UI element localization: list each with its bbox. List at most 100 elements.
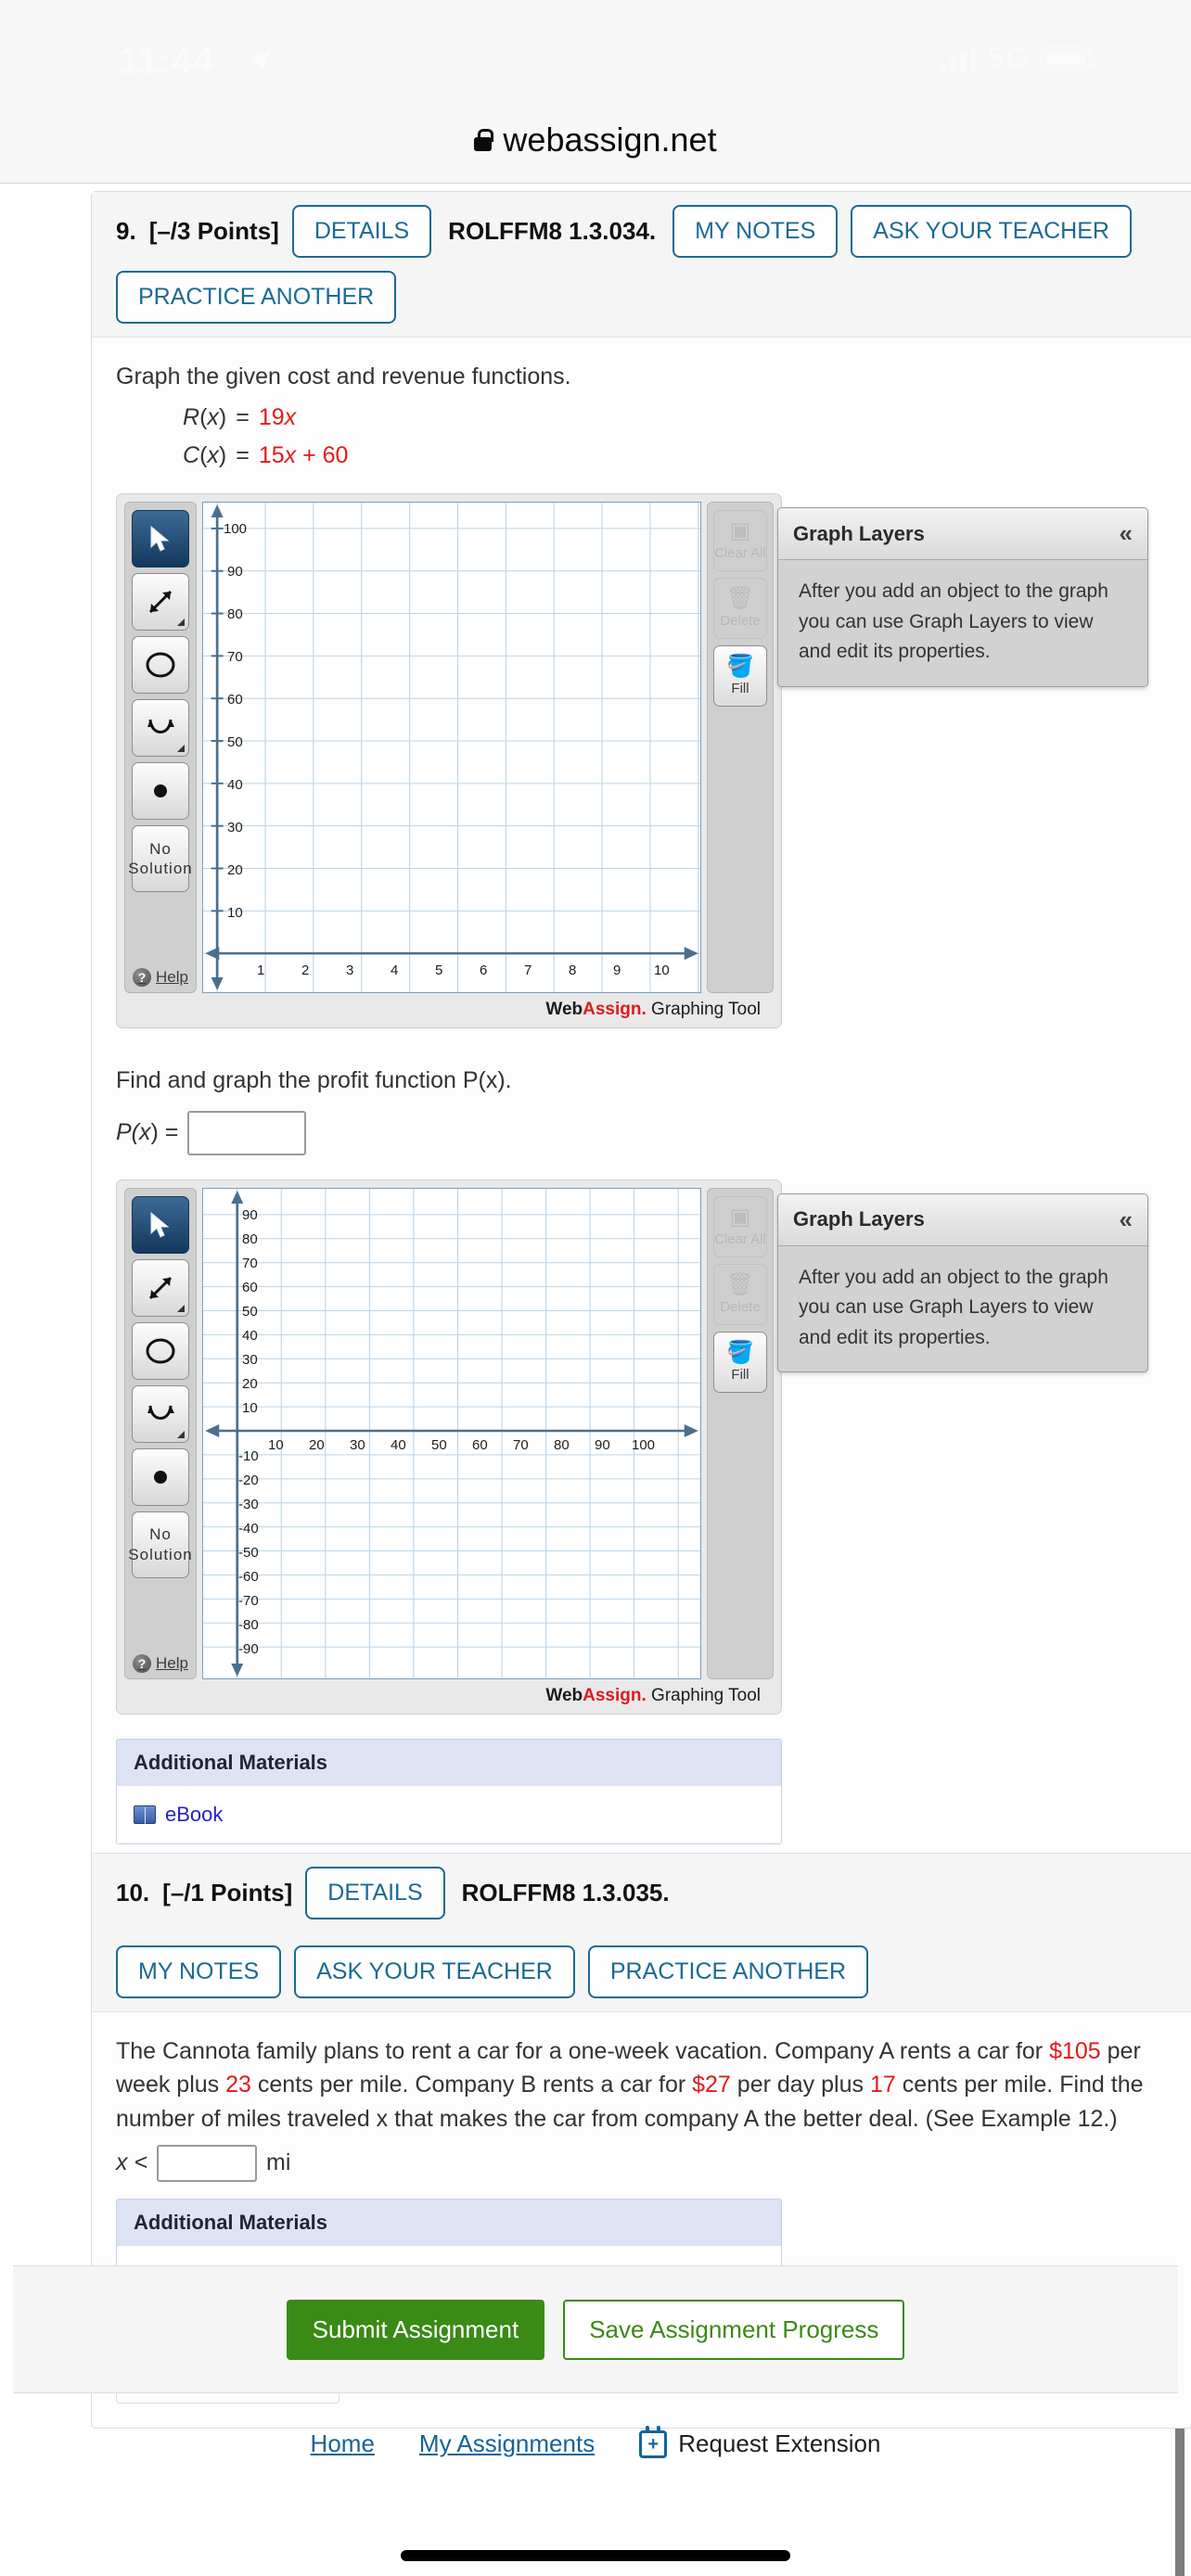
question-9-number: 9.	[116, 217, 136, 245]
ask-your-teacher-button-10[interactable]: ASK YOUR TEACHER	[294, 1945, 575, 1998]
question-9-body: Graph the given cost and revenue functio…	[92, 338, 1191, 1868]
graph-1-layers-panel: Graph Layers « After you add an object t…	[777, 507, 1148, 687]
question-10-answer-row: x < mi	[116, 2144, 1170, 2182]
graph-1-help-link[interactable]: ? Help	[133, 968, 188, 988]
graph-2-canvas[interactable]: 90 80 70 60 50 40 30 20 10 -10 -20 -30 -…	[202, 1187, 701, 1679]
graph-2-layers-text: After you add an object to the graph you…	[799, 1266, 1108, 1348]
request-extension-link[interactable]: + Request Extension	[639, 2425, 881, 2458]
address-url: webassign.net	[503, 121, 717, 159]
my-notes-button-9[interactable]: MY NOTES	[672, 205, 839, 258]
parabola-tool[interactable]	[132, 699, 189, 758]
graph-2-action-palette: ▣ Clear All 🗑 Delete 🪣 Fill	[707, 1187, 774, 1679]
fill-button-2[interactable]: 🪣 Fill	[713, 1331, 767, 1393]
location-arrow-icon	[250, 49, 272, 71]
circle-tool[interactable]	[132, 636, 189, 695]
graph-1-action-palette: ▣ Clear All 🗑 Delete 🪣 Fill	[707, 502, 774, 994]
graph-2-footer-branding: WebAssign. Graphing Tool	[124, 1679, 774, 1714]
question-10-header: 10. [–/1 Points] DETAILS ROLFFM8 1.3.035…	[92, 1854, 1191, 2012]
fill-button-1[interactable]: 🪣 Fill	[713, 645, 767, 708]
trash-icon-2: 🗑	[725, 1271, 755, 1297]
q10-text-4: per day plus	[730, 2072, 870, 2098]
profit-answer-row: P(x) =	[116, 1110, 1170, 1155]
question-10-points: [–/1 Points]	[162, 1879, 293, 1906]
question-10-number: 10.	[116, 1879, 150, 1906]
fill-bucket-icon-2: 🪣	[726, 1339, 754, 1365]
graph-1-footer-branding: WebAssign. Graphing Tool	[124, 993, 774, 1027]
line-tool-2-more-indicator	[177, 1304, 185, 1312]
pointer-tool-2[interactable]	[132, 1195, 189, 1254]
no-solution-tool-2[interactable]: No Solution	[128, 1511, 192, 1578]
graph-1-tool-palette: No Solution ? Help	[124, 502, 197, 994]
battery-icon	[1041, 46, 1095, 71]
webassign-web-text: Web	[545, 1000, 583, 1020]
graphing-tool-2: No Solution ? Help 90 80 70 60 50 40 30 …	[116, 1179, 1148, 1715]
details-button-9[interactable]: DETAILS	[291, 205, 432, 258]
webassign-web-text-2: Web	[545, 1685, 583, 1705]
calendar-plus-icon: +	[639, 2425, 668, 2458]
delete-button-1: 🗑 Delete	[713, 578, 767, 640]
miles-input[interactable]	[157, 2144, 258, 2182]
question-9-code: ROLFFM8 1.3.034.	[448, 217, 657, 245]
save-assignment-progress-button[interactable]: Save Assignment Progress	[563, 2299, 905, 2360]
clear-all-icon-2: ▣	[729, 1204, 751, 1230]
cost-fn-var: x	[284, 442, 297, 469]
footer-navigation: Home My Assignments + Request Extension	[0, 2425, 1191, 2458]
graph-2-layers-header: Graph Layers «	[778, 1193, 1147, 1246]
page-scroll-region: 9. [–/3 Points] DETAILS ROLFFM8 1.3.034.…	[0, 184, 1191, 2576]
graphing-tool-1: No Solution ? Help 100 90 80 70 60 50 40…	[116, 493, 1148, 1029]
ebook-link-9[interactable]: eBook	[165, 1803, 223, 1827]
profit-function-input[interactable]	[187, 1110, 307, 1155]
graphing-tool-text-2: Graphing Tool	[646, 1685, 761, 1705]
graph-2-help-label: Help	[156, 1653, 188, 1672]
additional-materials-heading-10: Additional Materials	[117, 2199, 781, 2246]
clear-all-button-2: ▣ Clear All	[713, 1195, 767, 1257]
collapse-chevron-icon-1[interactable]: «	[1120, 519, 1133, 548]
details-button-10[interactable]: DETAILS	[305, 1867, 445, 1919]
parabola-tool-2[interactable]	[132, 1384, 189, 1443]
q10-value-2: 23	[225, 2072, 251, 2098]
revenue-fn-name: R	[183, 404, 200, 431]
delete-button-2: 🗑 Delete	[713, 1263, 767, 1325]
circle-tool-2[interactable]	[132, 1321, 189, 1380]
line-tool-2[interactable]	[132, 1258, 189, 1317]
graphing-tool-text: Graphing Tool	[646, 1000, 761, 1020]
cost-fn-arg: x	[207, 442, 219, 469]
additional-materials-heading-9: Additional Materials	[117, 1739, 781, 1786]
no-solution-tool[interactable]: No Solution	[128, 825, 192, 893]
graph-1-layers-text: After you add an object to the graph you…	[799, 580, 1108, 663]
question-9-prompt: Graph the given cost and revenue functio…	[116, 363, 571, 389]
my-assignments-link[interactable]: My Assignments	[419, 2429, 595, 2458]
graph-2-help-link[interactable]: ? Help	[133, 1653, 188, 1673]
ask-your-teacher-button-9[interactable]: ASK YOUR TEACHER	[851, 205, 1132, 258]
help-icon: ?	[133, 968, 152, 988]
graph-1-help-label: Help	[156, 968, 188, 987]
parabola-tool-2-more-indicator	[177, 1430, 185, 1438]
webassign-assign-text-2: Assign.	[583, 1685, 647, 1705]
line-tool[interactable]	[132, 573, 189, 631]
clear-all-label: Clear All	[714, 545, 766, 562]
practice-another-button-10[interactable]: PRACTICE ANOTHER	[587, 1945, 869, 1998]
cost-fn-coeff: 15	[258, 442, 285, 469]
revenue-fn-coeff: 19	[258, 404, 285, 431]
submit-assignment-button[interactable]: Submit Assignment	[286, 2299, 545, 2360]
request-extension-label: Request Extension	[678, 2429, 881, 2457]
question-9-points: [–/3 Points]	[148, 217, 279, 245]
status-right-cluster: 5G	[939, 41, 1095, 77]
home-link[interactable]: Home	[311, 2429, 375, 2458]
practice-another-button-9[interactable]: PRACTICE ANOTHER	[116, 271, 397, 324]
graph-1-canvas[interactable]: 100 90 80 70 60 50 40 30 20 10 1 2 3 4 5…	[202, 502, 701, 994]
browser-address-bar[interactable]: webassign.net	[0, 97, 1191, 184]
network-type-label: 5G	[987, 41, 1030, 76]
q10-text-3: cents per mile. Company B rents a car fo…	[250, 2072, 693, 2098]
collapse-chevron-icon-2[interactable]: «	[1120, 1205, 1133, 1234]
graph-1-grid	[203, 503, 700, 993]
q10-value-1: $105	[1049, 2038, 1101, 2064]
my-notes-button-10[interactable]: MY NOTES	[116, 1945, 282, 1998]
clear-all-button-1: ▣ Clear All	[713, 510, 767, 572]
pointer-tool[interactable]	[132, 510, 189, 568]
question-10-code: ROLFFM8 1.3.035.	[461, 1879, 670, 1906]
cost-function-line: C(x) = 15x + 60	[183, 442, 349, 469]
point-tool[interactable]	[132, 762, 189, 821]
point-tool-2[interactable]	[132, 1447, 189, 1506]
signal-bars-icon	[939, 45, 977, 73]
